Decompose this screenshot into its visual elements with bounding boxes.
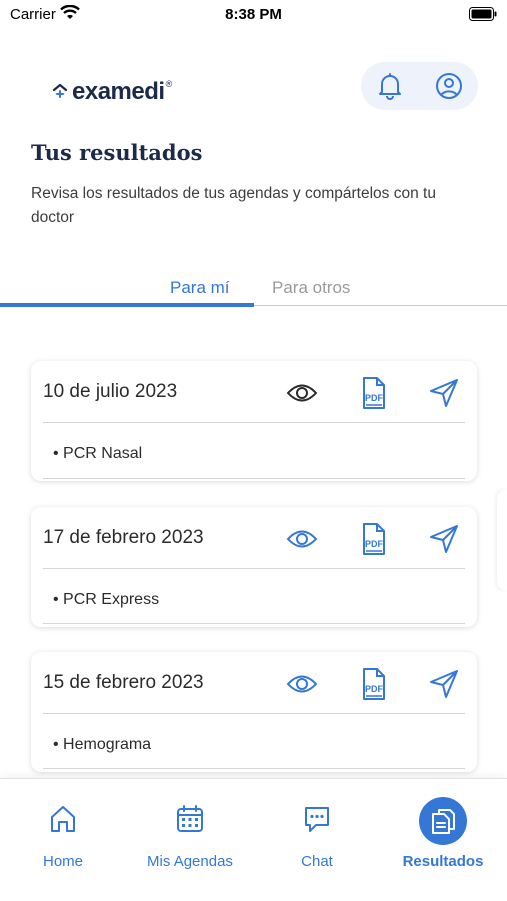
home-icon — [3, 797, 123, 841]
logo-text: examedi — [72, 78, 165, 105]
result-date: 15 de febrero 2023 — [43, 672, 204, 693]
exam-name: • Hemograma — [53, 736, 152, 753]
scroll-edge-hint — [497, 490, 507, 590]
result-date: 17 de febrero 2023 — [43, 527, 204, 548]
bottom-nav: Home Mis Agendas Chat Resultados — [0, 778, 507, 901]
svg-text:PDF: PDF — [365, 393, 384, 403]
result-card[interactable]: 17 de febrero 2023 PDF • PCR Express — [31, 507, 477, 627]
share-send-icon[interactable] — [425, 521, 463, 557]
card-divider — [43, 478, 465, 479]
card-divider — [43, 568, 465, 569]
view-eye-icon[interactable] — [283, 375, 321, 411]
result-card[interactable]: 10 de julio 2023 PDF • PCR Nasal — [31, 361, 477, 481]
nav-chat[interactable]: Chat — [257, 797, 377, 870]
card-divider — [43, 713, 465, 714]
tab-para-mi[interactable]: Para mí — [170, 278, 230, 298]
tabs: Para mí Para otros — [0, 272, 507, 308]
nav-chat-label: Chat — [301, 853, 333, 870]
card-divider — [43, 422, 465, 423]
tab-active-indicator — [0, 303, 254, 307]
card-divider — [43, 623, 465, 624]
pdf-download-icon[interactable]: PDF — [354, 521, 392, 557]
pdf-download-icon[interactable]: PDF — [354, 375, 392, 411]
result-actions: PDF — [283, 521, 463, 557]
nav-mis-agendas-label: Mis Agendas — [147, 853, 233, 870]
nav-home-label: Home — [42, 853, 83, 870]
tab-para-otros[interactable]: Para otros — [272, 278, 350, 298]
page-title: Tus resultados — [31, 140, 203, 165]
nav-resultados[interactable]: Resultados — [383, 797, 503, 870]
examedi-logo: examedi ® — [52, 78, 172, 106]
nav-mis-agendas[interactable]: Mis Agendas — [130, 797, 250, 870]
documents-icon — [419, 797, 467, 845]
result-card[interactable]: 15 de febrero 2023 PDF • Hemograma — [31, 652, 477, 772]
logo-registered: ® — [165, 79, 173, 89]
bell-icon[interactable] — [374, 70, 406, 102]
view-eye-icon[interactable] — [283, 521, 321, 557]
result-actions: PDF — [283, 375, 463, 411]
nav-resultados-label: Resultados — [402, 853, 484, 870]
clock: 8:38 PM — [225, 6, 282, 23]
page-subtitle: Revisa los resultados de tus agendas y c… — [31, 185, 436, 226]
exam-name: • PCR Express — [53, 591, 160, 608]
chat-bubble-icon — [257, 797, 377, 841]
view-eye-icon[interactable] — [283, 666, 321, 702]
card-divider — [43, 768, 465, 769]
header-actions — [361, 62, 478, 110]
share-send-icon[interactable] — [425, 375, 463, 411]
nav-home[interactable]: Home — [3, 797, 123, 870]
share-send-icon[interactable] — [425, 666, 463, 702]
user-circle-icon[interactable] — [433, 70, 465, 102]
result-date: 10 de julio 2023 — [43, 381, 178, 402]
calendar-icon — [130, 797, 250, 841]
svg-text:PDF: PDF — [365, 684, 384, 694]
pdf-download-icon[interactable]: PDF — [354, 666, 392, 702]
logo-mark-icon — [52, 82, 68, 103]
svg-text:PDF: PDF — [365, 539, 384, 549]
battery-icon — [469, 7, 497, 25]
status-bar: Carrier 8:38 PM — [0, 0, 507, 28]
result-actions: PDF — [283, 666, 463, 702]
exam-name: • PCR Nasal — [53, 445, 143, 462]
